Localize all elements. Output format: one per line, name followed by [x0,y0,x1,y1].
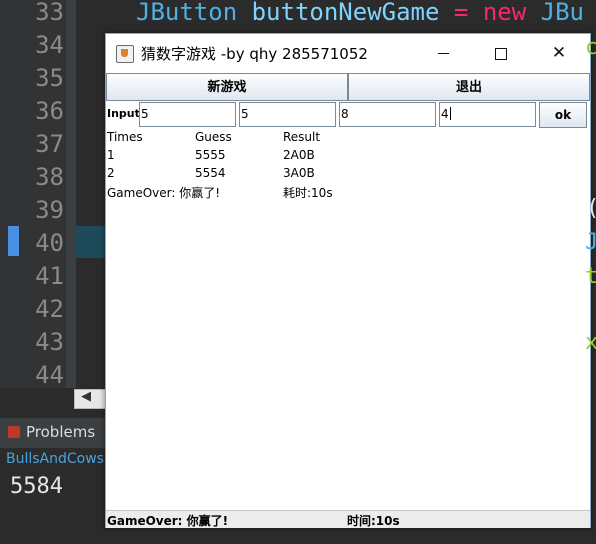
digit-value: 5 [241,107,249,121]
status-bar: GameOver: 你赢了! 时间:10s [106,510,590,528]
console-output: 5584 [10,474,63,499]
table-row: 1 5555 2A0B [107,148,587,165]
java-cup-icon[interactable] [116,45,134,63]
new-game-button[interactable]: 新游戏 [106,73,348,101]
minimize-button[interactable] [414,34,472,72]
line-number: 43 [35,328,64,356]
cell-times: 1 [107,148,115,162]
ok-button[interactable]: ok [539,102,587,128]
cell-result: 2A0B [283,148,315,162]
code-fragment: t [585,264,596,289]
code-keyword: new [482,0,527,26]
line-number: 37 [35,130,64,158]
line-number: 33 [35,0,64,26]
tab-problems-label: Problems [26,423,96,441]
digit-field-4[interactable]: 4 [439,102,536,127]
code-fragment: x [585,330,596,355]
line-number: 38 [35,163,64,191]
game-over-row: GameOver: 你赢了! 耗时:10s [107,184,587,201]
header-times: Times [107,130,143,144]
header-result: Result [283,130,321,144]
cell-guess: 5554 [195,166,226,180]
digit-value: 8 [341,107,349,121]
line-number: 39 [35,196,64,224]
line-number: 36 [35,97,64,125]
line-number: 44 [35,361,64,389]
header-guess: Guess [195,130,232,144]
code-fragment: ( [586,196,596,221]
window-titlebar[interactable]: 猜数字游戏 -by qhy 285571052 ✕ [106,34,590,72]
window-title: 猜数字游戏 -by qhy 285571052 [141,45,368,63]
code-operator: = [453,0,469,26]
game-over-text: GameOver: 你赢了! [107,186,221,200]
line-number: 40 [35,229,64,257]
result-area: Times Guess Result 1 5555 2A0B 2 5554 3A… [107,130,587,510]
table-row: 2 5554 3A0B [107,166,587,183]
digit-field-3[interactable]: 8 [339,102,436,127]
elapsed-time: 耗时:10s [283,186,333,200]
code-type: JButton [136,0,238,26]
input-row: Input: 5 5 8 4 ok [106,102,590,129]
problems-icon [8,426,20,438]
console-title: BullsAndCows [6,451,104,467]
line-number: 34 [35,31,64,59]
code-rest: JBu [540,0,584,26]
tab-problems[interactable]: Problems [8,423,95,441]
line-number: 35 [35,64,64,92]
maximize-icon [495,47,507,60]
digit-field-2[interactable]: 5 [239,102,336,127]
cell-result: 3A0B [283,166,315,180]
minimize-icon [437,53,449,54]
gutter-strip [66,0,76,388]
line-number: 41 [35,262,64,290]
digit-value: 5 [141,107,149,121]
code-fragment: c [585,35,596,60]
digit-value: 4 [441,107,449,121]
table-header: Times Guess Result [107,130,587,147]
digit-field-1[interactable]: 5 [139,102,236,127]
code-identifier: buttonNewGame [251,0,440,26]
close-button[interactable]: ✕ [530,34,588,72]
code-line-33[interactable]: JButton buttonNewGame = new JBu [136,0,584,29]
line-number: 42 [35,295,64,323]
scroll-left-icon[interactable]: ◀ [81,389,91,404]
maximize-button[interactable] [472,34,530,72]
game-window: 猜数字游戏 -by qhy 285571052 ✕ 新游戏 退出 Input: … [105,33,591,528]
text-caret [449,107,451,120]
status-game-over: GameOver: 你赢了! [107,514,229,528]
close-icon: ✕ [551,43,567,63]
cell-guess: 5555 [195,148,226,162]
code-fragment: J [585,230,596,255]
status-time: 时间:10s [347,514,400,528]
cell-times: 2 [107,166,115,180]
exit-button[interactable]: 退出 [348,73,590,101]
